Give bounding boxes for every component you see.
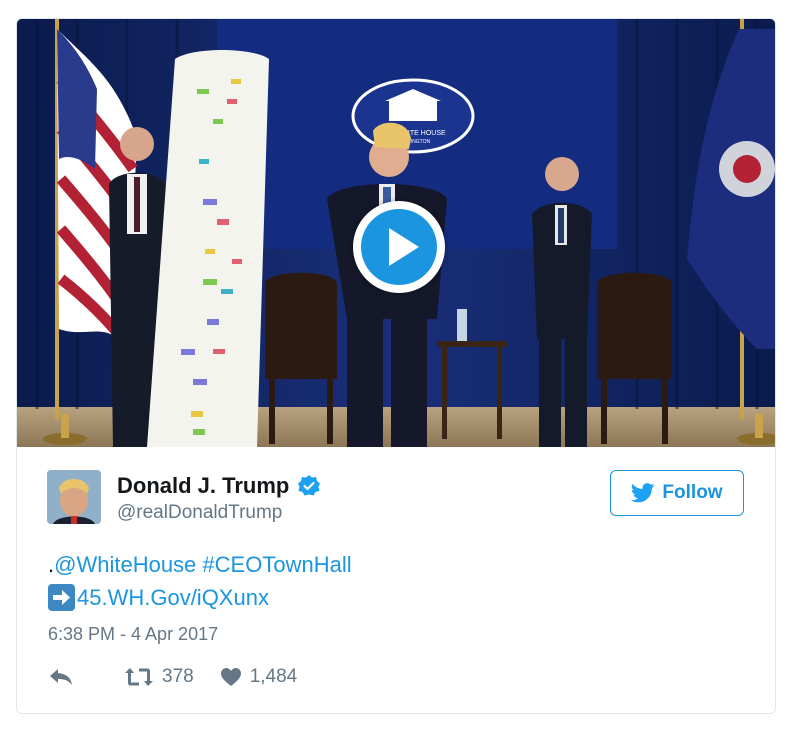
tweet-text-line-2: 45.WH.Gov/iQXunx (48, 581, 352, 614)
tweet-actions: 378 1,484 (48, 666, 323, 688)
author-name-row: Donald J. Trump (117, 473, 321, 499)
retweet-icon (125, 668, 153, 686)
follow-button[interactable]: Follow (610, 470, 744, 516)
hashtag-link[interactable]: #CEOTownHall (202, 548, 351, 581)
play-icon (361, 209, 437, 285)
url-link[interactable]: 45.WH.Gov/iQXunx (77, 581, 269, 614)
heart-icon (220, 668, 241, 686)
twitter-bird-icon (631, 483, 656, 503)
tweet-text-line-1: . @WhiteHouse #CEOTownHall (48, 548, 352, 581)
mention-link[interactable]: @WhiteHouse (54, 548, 196, 581)
like-button[interactable]: 1,484 (220, 666, 298, 688)
verified-badge-icon (298, 475, 321, 496)
avatar-image (47, 470, 101, 524)
author-name[interactable]: Donald J. Trump (117, 473, 289, 499)
white-house-seal: THE WHITE HOUSE WASHINGTON (351, 78, 475, 154)
right-arrow-emoji-icon (48, 584, 75, 611)
author-block: Donald J. Trump @realDonaldTrump Follow (47, 470, 747, 526)
play-button[interactable] (353, 201, 445, 293)
retweet-count: 378 (162, 666, 194, 687)
retweet-button[interactable]: 378 (124, 666, 194, 688)
like-count: 1,484 (249, 666, 298, 687)
reply-icon (50, 669, 72, 685)
reply-button[interactable] (48, 667, 82, 687)
author-handle[interactable]: @realDonaldTrump (117, 502, 282, 524)
tweet-text: . @WhiteHouse #CEOTownHall 45.WH.Gov/iQXu… (48, 548, 352, 614)
video-thumbnail[interactable]: THE WHITE HOUSE WASHINGTON (17, 19, 775, 447)
avatar[interactable] (47, 470, 101, 524)
follow-label: Follow (662, 482, 723, 503)
tweet-timestamp[interactable]: 6:38 PM - 4 Apr 2017 (48, 624, 218, 645)
